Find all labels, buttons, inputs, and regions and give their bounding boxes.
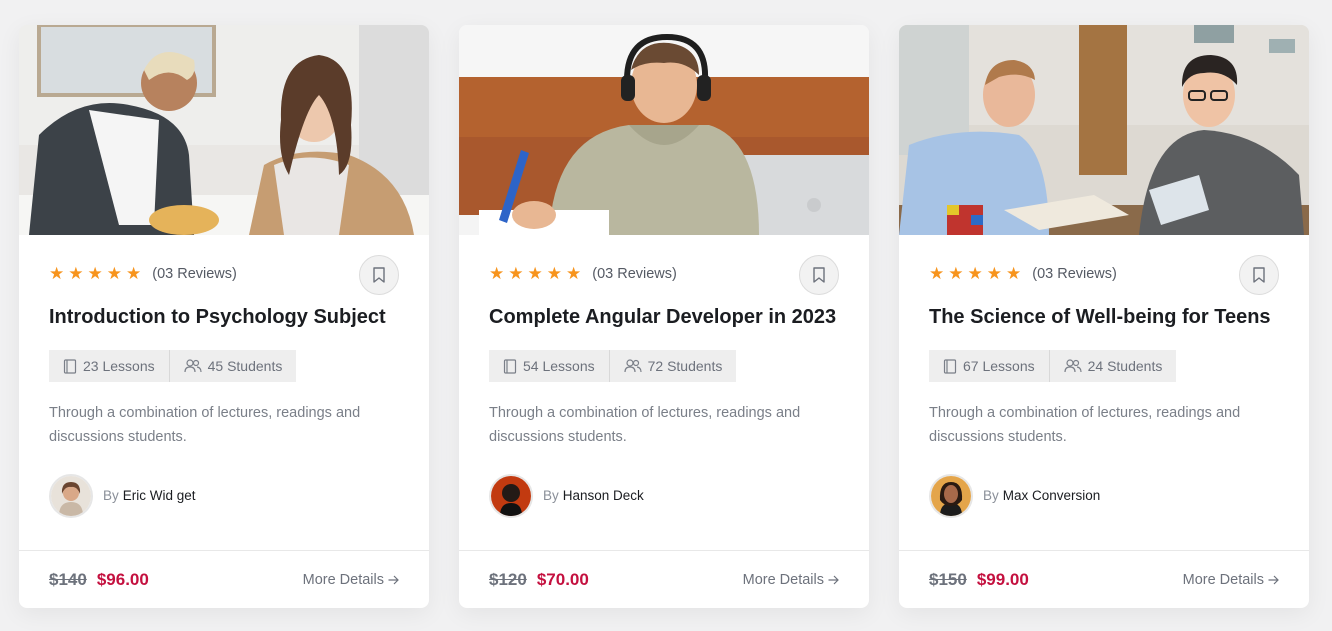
course-description: Through a combination of lectures, readi… [929, 405, 1241, 445]
course-description: Through a combination of lectures, readi… [489, 405, 801, 445]
author: By Max Conversion [929, 474, 1100, 518]
students-label: 24 Students [1087, 358, 1163, 374]
star-icon: ★ [508, 264, 524, 283]
old-price: $140 [49, 569, 87, 589]
students-count: 45 Students [168, 350, 297, 382]
course-title[interactable]: The Science of Well-being for Teens [929, 306, 1271, 329]
lessons-label: 54 Lessons [523, 358, 595, 374]
course-meta: 67 Lessons 24 Students [929, 350, 1177, 382]
users-icon [184, 359, 202, 373]
users-icon [624, 359, 642, 373]
bookmark-icon [373, 267, 385, 283]
star-icon: ★ [566, 264, 582, 283]
review-count: (03 Reviews) [152, 265, 237, 282]
bookmark-button[interactable] [1239, 255, 1279, 295]
star-icon: ★ [546, 264, 562, 283]
course-meta: 54 Lessons 72 Students [489, 350, 737, 382]
rating: ★ ★ ★ ★ ★ (03 Reviews) [929, 265, 1117, 282]
star-icon: ★ [986, 264, 1002, 283]
star-rating: ★ ★ ★ ★ ★ [49, 265, 141, 282]
review-count: (03 Reviews) [1032, 265, 1117, 282]
new-price: $99.00 [976, 569, 1029, 589]
star-rating: ★ ★ ★ ★ ★ [489, 265, 581, 282]
bookmark-icon [1253, 267, 1265, 283]
students-count: 24 Students [1048, 350, 1177, 382]
book-icon [943, 358, 957, 374]
author: By Hanson Deck [489, 474, 644, 518]
course-grid: ★ ★ ★ ★ ★ (03 Reviews) Introduction to P… [19, 25, 1309, 608]
arrow-right-icon [388, 575, 399, 584]
old-price: $150 [929, 569, 967, 589]
students-label: 72 Students [647, 358, 723, 374]
rating: ★ ★ ★ ★ ★ (03 Reviews) [489, 265, 677, 282]
course-title[interactable]: Introduction to Psychology Subject [49, 306, 386, 329]
avatar[interactable] [929, 474, 973, 518]
avatar[interactable] [49, 474, 93, 518]
star-icon: ★ [49, 264, 65, 283]
arrow-right-icon [1268, 575, 1279, 584]
course-footer: $120 $70.00 More Details [459, 550, 869, 608]
course-card: ★ ★ ★ ★ ★ (03 Reviews) The Science of We… [899, 25, 1309, 608]
users-icon [1064, 359, 1082, 373]
students-label: 45 Students [207, 358, 283, 374]
course-card: ★ ★ ★ ★ ★ (03 Reviews) Complete Angular … [459, 25, 869, 608]
course-description: Through a combination of lectures, readi… [49, 405, 361, 445]
author-name[interactable]: Hanson Deck [563, 488, 644, 503]
more-details-link[interactable]: More Details [303, 572, 399, 588]
arrow-right-icon [828, 575, 839, 584]
course-card: ★ ★ ★ ★ ★ (03 Reviews) Introduction to P… [19, 25, 429, 608]
book-icon [503, 358, 517, 374]
star-icon: ★ [929, 264, 945, 283]
star-icon: ★ [967, 264, 983, 283]
more-details-label: More Details [302, 571, 384, 588]
students-count: 72 Students [608, 350, 737, 382]
lessons-label: 23 Lessons [83, 358, 155, 374]
star-icon: ★ [68, 264, 84, 283]
book-icon [63, 358, 77, 374]
star-icon: ★ [126, 264, 142, 283]
bookmark-button[interactable] [799, 255, 839, 295]
star-icon: ★ [87, 264, 103, 283]
more-details-link[interactable]: More Details [743, 572, 839, 588]
avatar[interactable] [489, 474, 533, 518]
course-image[interactable] [899, 25, 1309, 235]
by-label: By [543, 488, 559, 503]
course-image[interactable] [459, 25, 869, 235]
course-title[interactable]: Complete Angular Developer in 2023 [489, 306, 836, 329]
author: By Eric Wid get [49, 474, 196, 518]
more-details-label: More Details [742, 571, 824, 588]
bookmark-icon [813, 267, 825, 283]
author-name[interactable]: Eric Wid get [123, 488, 196, 503]
star-icon: ★ [106, 264, 122, 283]
lessons-count: 54 Lessons [489, 350, 609, 382]
more-details-label: More Details [1182, 571, 1264, 588]
star-icon: ★ [527, 264, 543, 283]
more-details-link[interactable]: More Details [1183, 572, 1279, 588]
review-count: (03 Reviews) [592, 265, 677, 282]
rating: ★ ★ ★ ★ ★ (03 Reviews) [49, 265, 237, 282]
star-icon: ★ [489, 264, 505, 283]
new-price: $70.00 [536, 569, 589, 589]
course-image[interactable] [19, 25, 429, 235]
star-icon: ★ [1006, 264, 1022, 283]
star-rating: ★ ★ ★ ★ ★ [929, 265, 1021, 282]
course-meta: 23 Lessons 45 Students [49, 350, 297, 382]
author-name[interactable]: Max Conversion [1003, 488, 1101, 503]
by-label: By [983, 488, 999, 503]
star-icon: ★ [948, 264, 964, 283]
by-label: By [103, 488, 119, 503]
bookmark-button[interactable] [359, 255, 399, 295]
lessons-label: 67 Lessons [963, 358, 1035, 374]
course-footer: $150 $99.00 More Details [899, 550, 1309, 608]
old-price: $120 [489, 569, 527, 589]
new-price: $96.00 [96, 569, 149, 589]
lessons-count: 67 Lessons [929, 350, 1049, 382]
course-footer: $140 $96.00 More Details [19, 550, 429, 608]
lessons-count: 23 Lessons [49, 350, 169, 382]
